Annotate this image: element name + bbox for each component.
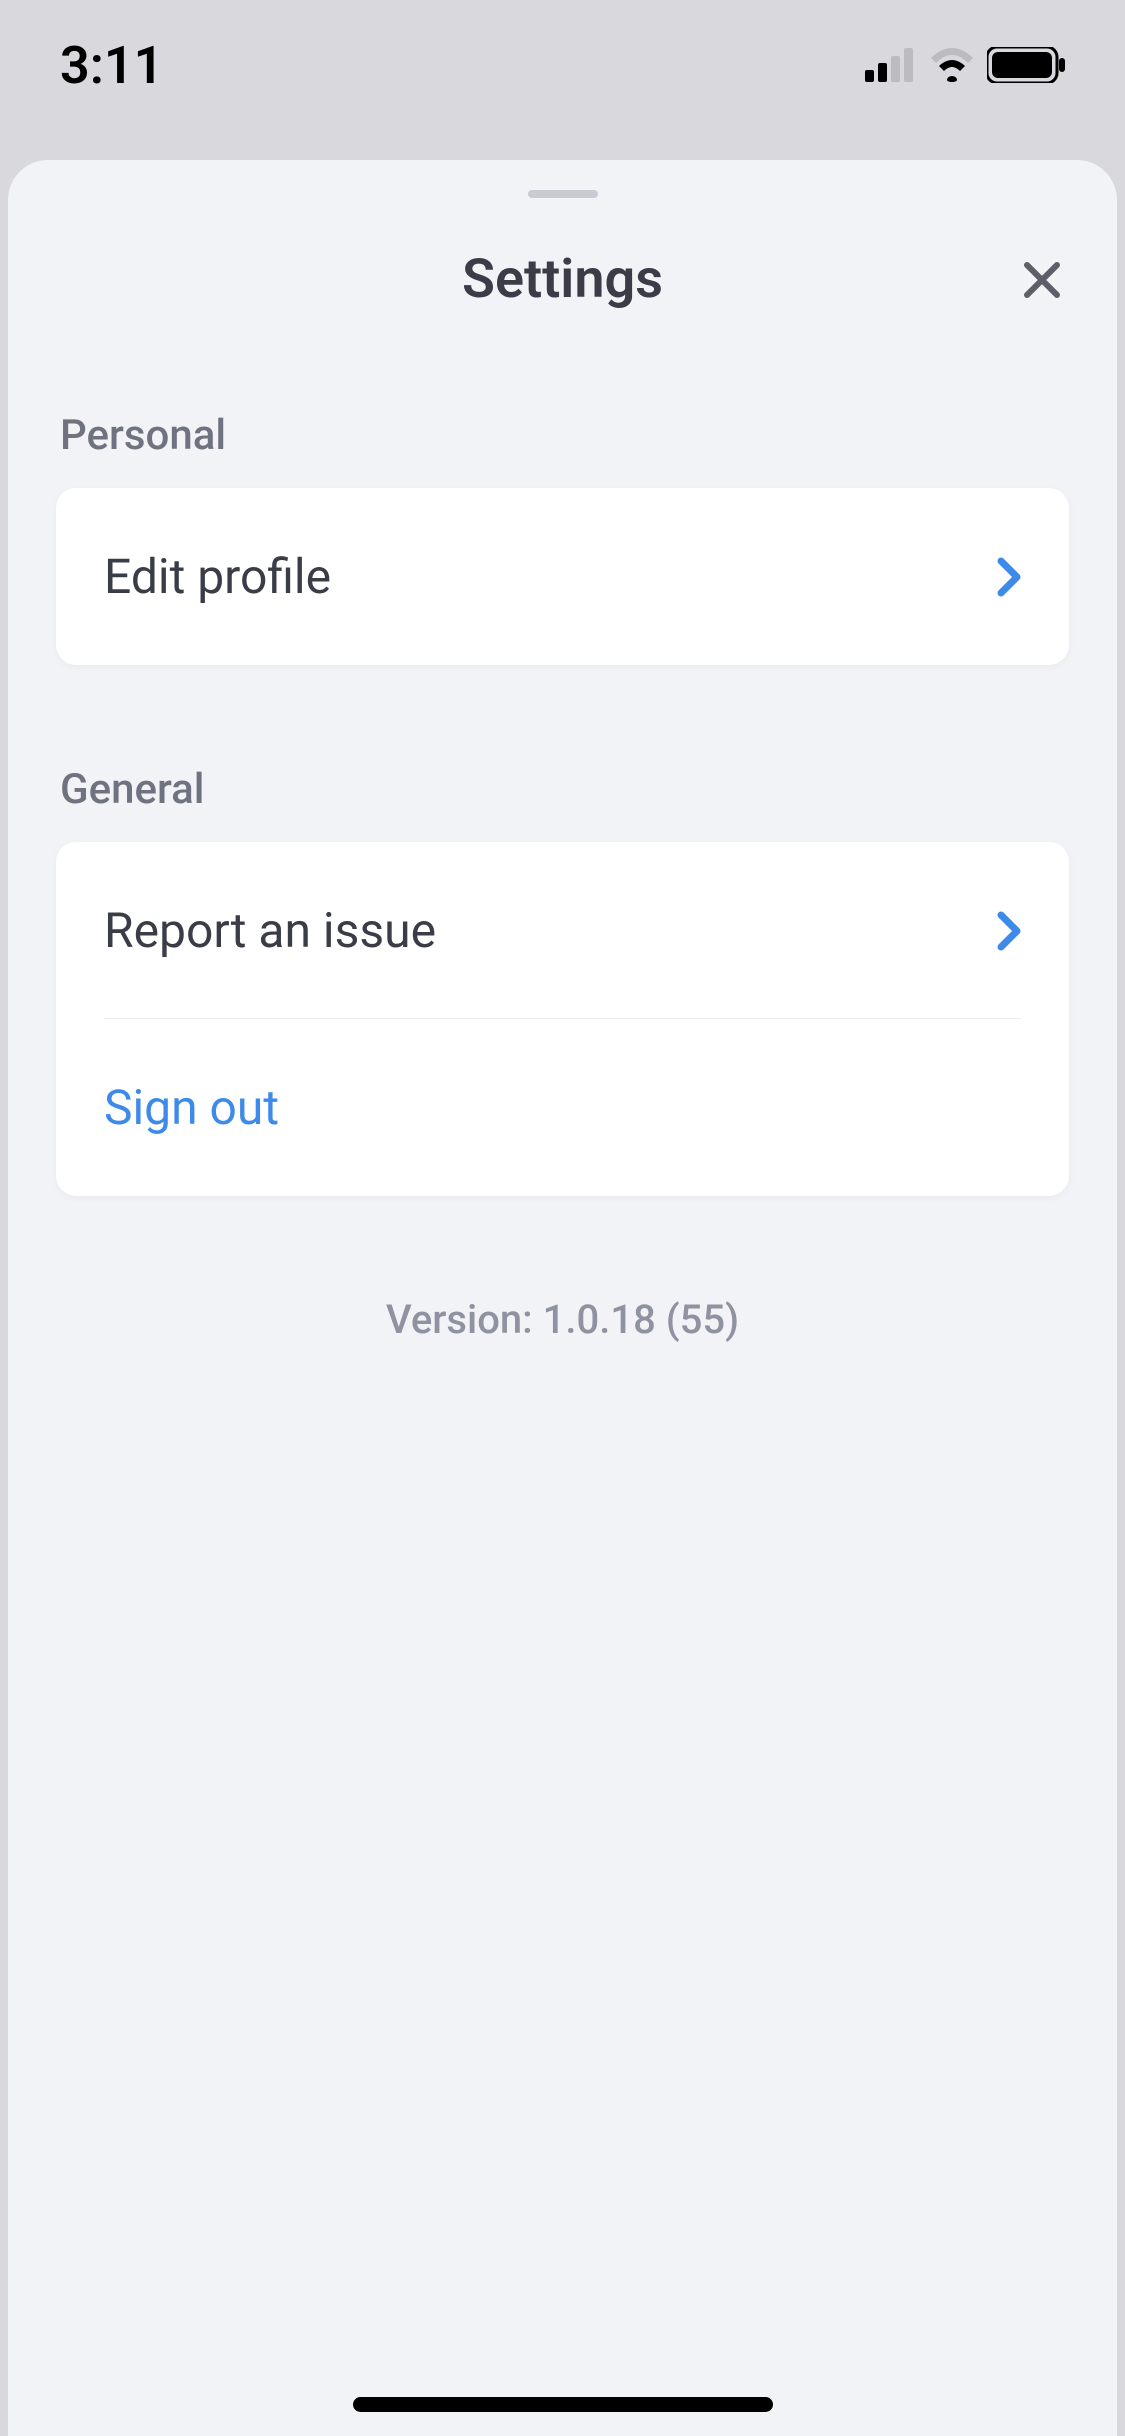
wifi-icon [929, 48, 975, 82]
card-general: Report an issue Sign out [56, 842, 1069, 1196]
section-personal: Personal Edit profile [8, 411, 1117, 665]
cellular-signal-icon [865, 48, 917, 82]
close-icon [1022, 260, 1062, 300]
chevron-right-icon [997, 911, 1021, 951]
status-bar: 3:11 [0, 0, 1125, 130]
status-icons [865, 47, 1065, 83]
section-general: General Report an issue Sign out [8, 765, 1117, 1196]
card-personal: Edit profile [56, 488, 1069, 665]
row-label-edit-profile: Edit profile [104, 548, 331, 605]
section-header-general: General [56, 765, 1069, 814]
close-button[interactable] [1017, 255, 1067, 305]
row-label-sign-out: Sign out [104, 1079, 279, 1136]
settings-sheet: Settings Personal Edit profile General [8, 160, 1117, 2436]
section-header-personal: Personal [56, 411, 1069, 460]
row-edit-profile[interactable]: Edit profile [56, 488, 1069, 665]
status-time: 3:11 [60, 35, 163, 96]
drag-handle[interactable] [528, 190, 598, 198]
battery-icon [987, 47, 1065, 83]
sheet-header: Settings [8, 248, 1117, 311]
home-indicator[interactable] [353, 2397, 773, 2412]
chevron-right-icon [997, 557, 1021, 597]
row-report-issue[interactable]: Report an issue [56, 842, 1069, 1019]
version-text: Version: 1.0.18 (55) [8, 1296, 1117, 1343]
row-sign-out[interactable]: Sign out [56, 1019, 1069, 1196]
row-label-report-issue: Report an issue [104, 902, 436, 959]
page-title: Settings [462, 248, 663, 311]
